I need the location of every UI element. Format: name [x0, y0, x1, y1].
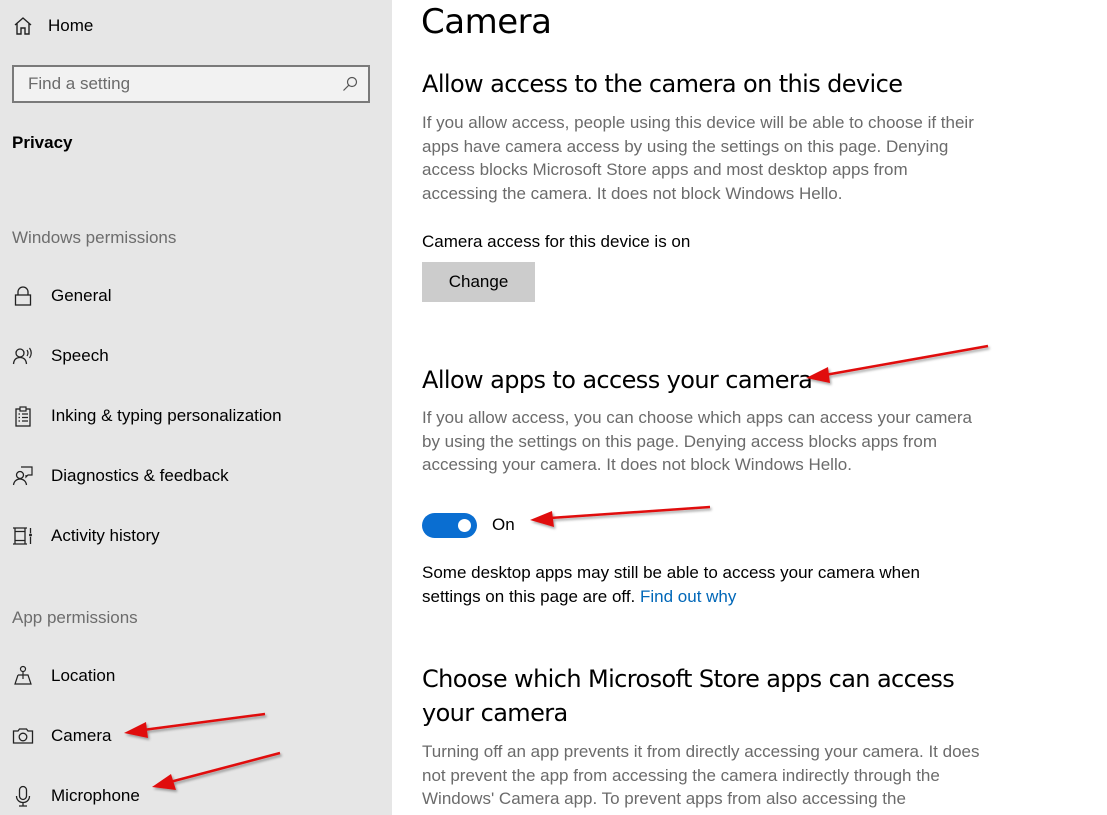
sidebar-item-general[interactable]: General: [12, 281, 372, 311]
sidebar-item-label: Inking & typing personalization: [51, 406, 282, 425]
lock-icon: [12, 285, 34, 307]
group-label-windows-permissions: Windows permissions: [12, 228, 177, 247]
search-input[interactable]: [28, 67, 328, 101]
sidebar-item-location[interactable]: Location: [12, 661, 372, 691]
activity-history-icon: [12, 525, 34, 547]
change-button[interactable]: Change: [422, 262, 535, 302]
clipboard-icon: [12, 405, 34, 427]
desktop-apps-note: Some desktop apps may still be able to a…: [422, 561, 962, 608]
sidebar-item-speech[interactable]: Speech: [12, 341, 372, 371]
camera-icon: [12, 725, 34, 747]
home-nav-item[interactable]: Home: [12, 12, 109, 40]
device-access-description: If you allow access, people using this d…: [422, 113, 974, 203]
sidebar-item-label: General: [51, 286, 112, 305]
device-access-status: Camera access for this device is on: [422, 232, 691, 251]
search-box[interactable]: [12, 65, 370, 103]
store-apps-description: Turning off an app prevents it from dire…: [422, 742, 980, 808]
sidebar: Home Privacy Windows permissions General…: [0, 0, 392, 815]
page-title: Camera: [421, 2, 552, 42]
sidebar-item-label: Camera: [51, 726, 112, 745]
apps-access-heading: Allow apps to access your camera: [422, 366, 813, 394]
group-label-app-permissions: App permissions: [12, 608, 138, 627]
speech-icon: [12, 345, 34, 367]
toggle-state-label: On: [492, 515, 515, 534]
find-out-why-link[interactable]: Find out why: [640, 587, 736, 606]
sidebar-item-camera[interactable]: Camera: [12, 721, 372, 751]
sidebar-item-microphone[interactable]: Microphone: [12, 781, 372, 811]
sidebar-item-activity-history[interactable]: Activity history: [12, 521, 372, 551]
sidebar-item-inking-typing[interactable]: Inking & typing personalization: [12, 401, 372, 431]
sidebar-item-diagnostics-feedback[interactable]: Diagnostics & feedback: [12, 461, 372, 491]
sidebar-item-label: Microphone: [51, 786, 140, 805]
sidebar-item-label: Speech: [51, 346, 109, 365]
device-access-heading: Allow access to the camera on this devic…: [422, 70, 903, 98]
main-content: Camera Allow access to the camera on thi…: [392, 0, 1107, 815]
feedback-icon: [12, 465, 34, 487]
search-icon[interactable]: [342, 76, 358, 92]
apps-access-description: If you allow access, you can choose whic…: [422, 408, 972, 474]
section-title-privacy: Privacy: [12, 133, 73, 152]
apps-access-toggle[interactable]: [422, 513, 477, 538]
home-icon: [12, 15, 34, 37]
home-label: Home: [48, 16, 94, 35]
store-apps-heading: Choose which Microsoft Store apps can ac…: [422, 665, 955, 727]
location-icon: [12, 665, 34, 687]
sidebar-item-label: Location: [51, 666, 116, 685]
toggle-knob: [458, 519, 471, 532]
sidebar-item-label: Diagnostics & feedback: [51, 466, 229, 485]
microphone-icon: [12, 785, 34, 807]
sidebar-item-label: Activity history: [51, 526, 160, 545]
